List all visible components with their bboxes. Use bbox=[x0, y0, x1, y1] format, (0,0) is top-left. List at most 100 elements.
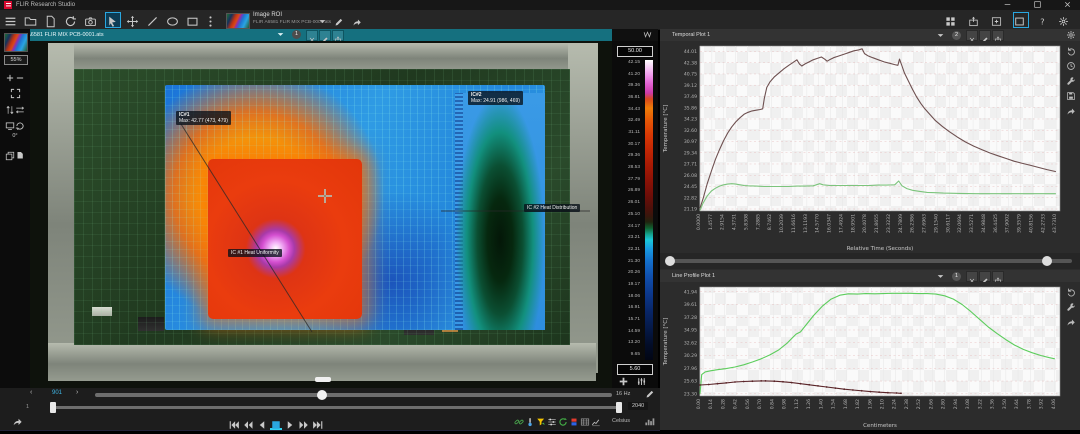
fast-forward-button[interactable] bbox=[298, 416, 310, 428]
time-range-end-handle[interactable] bbox=[1042, 256, 1052, 266]
minimize-button[interactable] bbox=[1003, 0, 1014, 10]
range-start-handle[interactable] bbox=[50, 402, 56, 413]
more-tools-button[interactable] bbox=[204, 13, 218, 27]
crosshair-handle-icon[interactable] bbox=[318, 189, 332, 203]
scale-adjust-icon[interactable] bbox=[618, 376, 629, 387]
export-sequence-icon[interactable] bbox=[12, 416, 23, 427]
temporal-plot-title[interactable]: Temporal Plot 1 bbox=[672, 32, 710, 38]
chevron-down-icon[interactable] bbox=[936, 272, 945, 281]
roi-selector-widget[interactable]: Image ROI FLIR A6581 FLIR MIX PCB-0001.a… bbox=[226, 12, 401, 28]
thermal-image-view[interactable]: IC#1 Max: 42.77 (473, 479) IC#2 Max: 24.… bbox=[30, 41, 612, 388]
line-roi-tool-button[interactable] bbox=[146, 13, 160, 27]
zoom-in-icon[interactable] bbox=[5, 73, 15, 83]
rotation-box[interactable]: 0° bbox=[4, 133, 26, 139]
flip-horizontal-icon[interactable] bbox=[15, 105, 25, 115]
frame-slider-track[interactable] bbox=[95, 393, 612, 397]
stop-button[interactable] bbox=[270, 416, 282, 430]
profile-popout-button[interactable] bbox=[992, 271, 1004, 282]
scale-histogram-icon[interactable] bbox=[636, 376, 647, 387]
fast-rewind-button[interactable] bbox=[242, 416, 254, 428]
temporal-settings-gear-icon[interactable] bbox=[1066, 30, 1076, 40]
image-scrollbar-thumb[interactable] bbox=[315, 377, 331, 382]
table-view-icon[interactable] bbox=[580, 417, 590, 427]
prev-frame-button[interactable]: ‹ bbox=[30, 389, 32, 396]
select-tool-button[interactable] bbox=[106, 13, 120, 27]
colorbar-palette-icon[interactable] bbox=[643, 30, 652, 39]
maximize-button[interactable] bbox=[1033, 0, 1044, 10]
roi-edit-button[interactable] bbox=[334, 13, 348, 27]
frame-slider-handle[interactable] bbox=[317, 390, 327, 400]
adjustments-icon[interactable] bbox=[547, 417, 557, 427]
profile-edit-button[interactable] bbox=[979, 271, 991, 282]
roi-dropdown-button[interactable] bbox=[318, 13, 332, 27]
profile-close-button[interactable] bbox=[966, 271, 978, 282]
move-tool-button[interactable] bbox=[126, 13, 140, 27]
histogram-icon[interactable] bbox=[644, 416, 655, 427]
undo-zoom-icon[interactable] bbox=[1066, 46, 1076, 56]
zoom-level-box[interactable]: 55% bbox=[4, 55, 28, 65]
tab-chevron-down-icon[interactable] bbox=[276, 30, 285, 39]
camera-button[interactable] bbox=[84, 13, 98, 27]
help-button[interactable]: ? bbox=[1037, 13, 1051, 27]
color-gradient-bar[interactable] bbox=[645, 60, 653, 360]
single-view-button[interactable] bbox=[1014, 13, 1028, 27]
end-frame-number[interactable]: 2040 bbox=[628, 402, 648, 410]
wrench-icon[interactable] bbox=[1066, 76, 1076, 86]
layers-icon[interactable] bbox=[5, 151, 15, 161]
close-button[interactable] bbox=[1063, 0, 1074, 10]
ic1-annotation-label[interactable]: IC#1 Max: 42.77 (473, 479) bbox=[176, 111, 231, 125]
flip-vertical-icon[interactable] bbox=[5, 105, 15, 115]
copy-page-icon[interactable] bbox=[15, 151, 25, 161]
range-track[interactable] bbox=[50, 406, 622, 409]
zoom-out-icon[interactable] bbox=[15, 73, 25, 83]
roi-share-button[interactable] bbox=[352, 13, 366, 27]
settings-button[interactable] bbox=[1058, 13, 1072, 27]
add-window-button[interactable] bbox=[991, 13, 1005, 27]
current-frame-number[interactable]: 901 bbox=[42, 390, 72, 396]
skip-to-start-button[interactable] bbox=[228, 416, 240, 428]
wrench-icon[interactable] bbox=[1066, 302, 1076, 312]
trend-plot-icon[interactable] bbox=[591, 417, 601, 427]
tab-close-view-button[interactable] bbox=[306, 30, 318, 41]
units-label[interactable]: Celsius bbox=[612, 418, 630, 424]
temporal-edit-button[interactable] bbox=[979, 30, 991, 41]
ic1-profile-line[interactable] bbox=[181, 124, 312, 332]
profile-plot-chart[interactable]: 0.000.140.280.420.560.700.840.981.121.26… bbox=[660, 282, 1062, 430]
scale-min-box[interactable]: 5.60 bbox=[617, 364, 653, 375]
refresh-button[interactable] bbox=[64, 13, 78, 27]
tab-edit-button[interactable] bbox=[319, 30, 331, 41]
play-button[interactable] bbox=[284, 416, 296, 428]
thermometer-icon[interactable] bbox=[525, 417, 535, 427]
tab-popout-button[interactable] bbox=[332, 30, 344, 41]
ic1-area-label[interactable]: IC #1 Heat Uniformity bbox=[228, 249, 282, 257]
ellipse-roi-tool-button[interactable] bbox=[166, 13, 180, 27]
undo-zoom-icon[interactable] bbox=[1066, 287, 1076, 297]
range-end-handle[interactable] bbox=[616, 402, 622, 413]
rotate-cw-icon[interactable] bbox=[15, 121, 25, 131]
temporal-popout-button[interactable] bbox=[992, 30, 1004, 41]
file-button[interactable] bbox=[44, 13, 58, 27]
filter-icon[interactable] bbox=[536, 417, 546, 427]
time-range-start-handle[interactable] bbox=[665, 256, 675, 266]
next-frame-button[interactable]: › bbox=[76, 389, 78, 396]
layout-grid-button[interactable] bbox=[945, 13, 959, 27]
share-icon[interactable] bbox=[1066, 106, 1076, 116]
link-icon[interactable] bbox=[514, 417, 524, 427]
history-icon[interactable] bbox=[1066, 61, 1076, 71]
temporal-close-button[interactable] bbox=[966, 30, 978, 41]
step-back-button[interactable] bbox=[256, 416, 268, 428]
edit-framerate-icon[interactable] bbox=[645, 389, 655, 399]
scale-max-box[interactable]: 50.00 bbox=[617, 46, 653, 57]
open-file-button[interactable] bbox=[24, 13, 38, 27]
profile-plot-title[interactable]: Line Profile Plot 1 bbox=[672, 273, 715, 279]
ic2-line-label[interactable]: IC #2 Heat Distribution bbox=[524, 204, 580, 212]
temporal-plot-chart[interactable]: 0.00001.45772.91544.37315.83087.28858.74… bbox=[660, 41, 1062, 253]
skip-to-end-button[interactable] bbox=[312, 416, 324, 428]
time-range-track[interactable] bbox=[666, 259, 1072, 263]
palette-icon[interactable] bbox=[569, 417, 579, 427]
refresh-loop-icon[interactable] bbox=[558, 417, 568, 427]
fusion-view-icon[interactable] bbox=[5, 121, 15, 131]
image-thumbnail[interactable] bbox=[4, 33, 28, 52]
share-icon[interactable] bbox=[1066, 317, 1076, 327]
rectangle-roi-tool-button[interactable] bbox=[186, 13, 200, 27]
